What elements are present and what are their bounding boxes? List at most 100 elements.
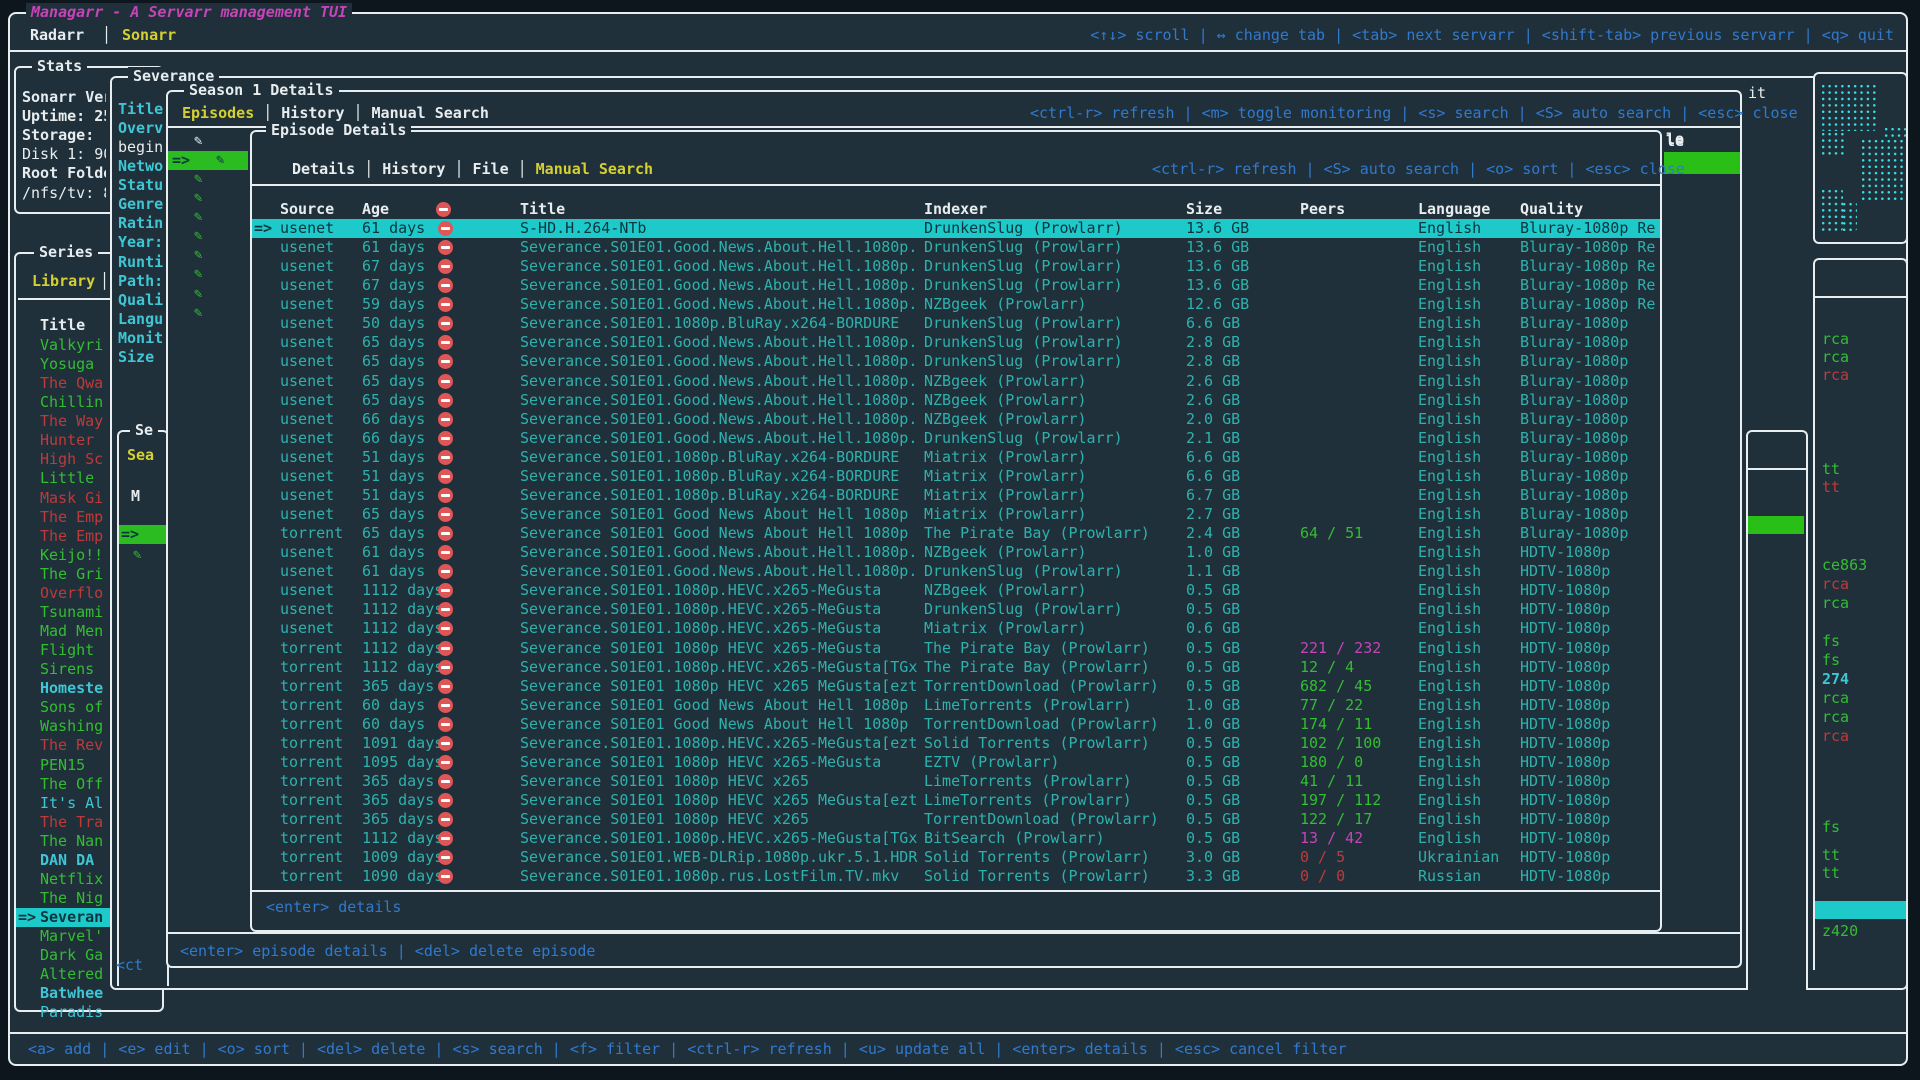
- monitored-pen-icon: ✎: [133, 546, 141, 565]
- series-item[interactable]: PEN15: [40, 756, 104, 775]
- series-item[interactable]: The Nan: [40, 832, 104, 851]
- table-row[interactable]: usenet65 daysSeverance.S01E01.Good.News.…: [252, 352, 1660, 371]
- table-row[interactable]: torrent65 daysSeverance S01E01 Good News…: [252, 524, 1660, 543]
- table-row[interactable]: usenet59 daysSeverance.S01E01.Good.News.…: [252, 295, 1660, 314]
- table-row[interactable]: torrent1112 daysSeverance.S01E01.1080p.H…: [252, 658, 1660, 677]
- table-row[interactable]: torrent1112 daysSeverance S01E01 1080p H…: [252, 639, 1660, 658]
- series-item[interactable]: Altered: [40, 965, 104, 984]
- severance-field-label: Overv: [118, 119, 164, 138]
- cell-peers: 77 / 22: [1300, 696, 1410, 715]
- poster-art-patch: [1841, 201, 1857, 232]
- series-item[interactable]: The Off: [40, 775, 104, 794]
- tab-radarr[interactable]: Radarr: [30, 26, 84, 45]
- table-row[interactable]: torrent60 daysSeverance S01E01 Good News…: [252, 715, 1660, 734]
- series-item[interactable]: The Emp: [40, 527, 104, 546]
- col-peers[interactable]: Peers: [1300, 200, 1345, 219]
- cell-title: Severance.S01E01.1080p.BluRay.x264-BORDU…: [520, 314, 920, 333]
- table-row[interactable]: usenet1112 daysSeverance.S01E01.1080p.HE…: [252, 619, 1660, 638]
- tab-file[interactable]: File: [473, 160, 509, 179]
- series-item[interactable]: The Nig: [40, 889, 104, 908]
- series-item[interactable]: DAN DA: [40, 851, 104, 870]
- cell-source: torrent: [280, 696, 360, 715]
- series-item[interactable]: Netflix: [40, 870, 104, 889]
- col-quality[interactable]: Quality: [1520, 200, 1583, 219]
- table-row[interactable]: torrent365 daysSeverance S01E01 1080p HE…: [252, 772, 1660, 791]
- table-row[interactable]: usenet67 daysSeverance.S01E01.Good.News.…: [252, 276, 1660, 295]
- cell-title: S-HD.H.264-NTb: [520, 219, 920, 238]
- cell-size: 0.5 GB: [1186, 772, 1276, 791]
- table-row[interactable]: torrent365 daysSeverance S01E01 1080p HE…: [252, 791, 1660, 810]
- col-size[interactable]: Size: [1186, 200, 1222, 219]
- table-row[interactable]: usenet66 daysSeverance.S01E01.Good.News.…: [252, 410, 1660, 429]
- tab-details[interactable]: Details: [292, 160, 355, 179]
- tab-sonarr[interactable]: Sonarr: [122, 26, 176, 45]
- series-item[interactable]: Overflo: [40, 584, 104, 603]
- table-row[interactable]: torrent1090 daysSeverance.S01E01.1080p.r…: [252, 867, 1660, 886]
- table-row[interactable]: usenet65 daysSeverance.S01E01.Good.News.…: [252, 391, 1660, 410]
- table-row[interactable]: torrent365 daysSeverance S01E01 1080p HE…: [252, 810, 1660, 829]
- table-row[interactable]: usenet1112 daysSeverance.S01E01.1080p.HE…: [252, 581, 1660, 600]
- series-item[interactable]: It's Al: [40, 794, 104, 813]
- table-row[interactable]: torrent1009 daysSeverance.S01E01.WEB-DLR…: [252, 848, 1660, 867]
- table-row[interactable]: usenet61 daysSeverance.S01E01.Good.News.…: [252, 562, 1660, 581]
- series-item[interactable]: Flight: [40, 641, 104, 660]
- col-title[interactable]: Title: [520, 200, 565, 219]
- series-item[interactable]: Sirens: [40, 660, 104, 679]
- table-row[interactable]: torrent60 daysSeverance S01E01 Good News…: [252, 696, 1660, 715]
- series-item[interactable]: Tsunami: [40, 603, 104, 622]
- cell-language: English: [1418, 715, 1516, 734]
- series-item[interactable]: Batwhee: [40, 984, 104, 1003]
- table-row[interactable]: torrent365 daysSeverance S01E01 1080p HE…: [252, 677, 1660, 696]
- series-item[interactable]: Keijo!!: [40, 546, 104, 565]
- stats-line: Storage:: [22, 126, 106, 145]
- series-item[interactable]: Valkyri: [40, 336, 104, 355]
- series-item[interactable]: Marvel': [40, 927, 104, 946]
- series-item[interactable]: Severan: [40, 908, 104, 927]
- table-row[interactable]: usenet61 daysSeverance.S01E01.Good.News.…: [252, 543, 1660, 562]
- series-item[interactable]: The Way: [40, 412, 104, 431]
- table-row[interactable]: usenet67 daysSeverance.S01E01.Good.News.…: [252, 257, 1660, 276]
- series-item[interactable]: The Tra: [40, 813, 104, 832]
- series-item[interactable]: High Sc: [40, 450, 104, 469]
- series-item[interactable]: The Rev: [40, 736, 104, 755]
- series-item[interactable]: Homeste: [40, 679, 104, 698]
- series-item[interactable]: The Gri: [40, 565, 104, 584]
- table-row[interactable]: usenet65 daysSeverance S01E01 Good News …: [252, 505, 1660, 524]
- col-language[interactable]: Language: [1418, 200, 1490, 219]
- col-source[interactable]: Source: [280, 200, 334, 219]
- series-item[interactable]: Hunter: [40, 431, 104, 450]
- series-item[interactable]: Washing: [40, 717, 104, 736]
- table-row[interactable]: =>usenet61 daysS-HD.H.264-NTbDrunkenSlug…: [252, 219, 1660, 238]
- col-indexer[interactable]: Indexer: [924, 200, 987, 219]
- series-item[interactable]: The Qwa: [40, 374, 104, 393]
- series-tab-library[interactable]: Library: [32, 272, 95, 291]
- series-item[interactable]: Paradis: [40, 1003, 104, 1022]
- table-row[interactable]: usenet61 daysSeverance.S01E01.Good.News.…: [252, 238, 1660, 257]
- series-item[interactable]: Little: [40, 469, 104, 488]
- tab-manual-search[interactable]: Manual Search: [536, 160, 653, 179]
- cell-indexer: Miatrix (Prowlarr): [924, 467, 1182, 486]
- table-row[interactable]: usenet65 daysSeverance.S01E01.Good.News.…: [252, 333, 1660, 352]
- table-row[interactable]: torrent1095 daysSeverance S01E01 1080p H…: [252, 753, 1660, 772]
- series-item[interactable]: Chillin: [40, 393, 104, 412]
- tab-episodes[interactable]: Episodes: [182, 104, 254, 123]
- table-row[interactable]: usenet51 daysSeverance.S01E01.1080p.BluR…: [252, 467, 1660, 486]
- series-item[interactable]: Dark Ga: [40, 946, 104, 965]
- table-row[interactable]: torrent1091 daysSeverance.S01E01.1080p.H…: [252, 734, 1660, 753]
- table-row[interactable]: usenet65 daysSeverance.S01E01.Good.News.…: [252, 372, 1660, 391]
- tab-history[interactable]: History: [382, 160, 445, 179]
- seasons-box-tab-fragment[interactable]: Sea: [127, 446, 154, 465]
- table-row[interactable]: usenet51 daysSeverance.S01E01.1080p.BluR…: [252, 486, 1660, 505]
- table-row[interactable]: torrent1112 daysSeverance.S01E01.1080p.H…: [252, 829, 1660, 848]
- table-row[interactable]: usenet66 daysSeverance.S01E01.Good.News.…: [252, 429, 1660, 448]
- series-item[interactable]: The Emp: [40, 508, 104, 527]
- table-row[interactable]: usenet51 daysSeverance.S01E01.1080p.BluR…: [252, 448, 1660, 467]
- cell-title: Severance.S01E01.1080p.HEVC.x265-MeGusta: [520, 581, 920, 600]
- table-row[interactable]: usenet1112 daysSeverance.S01E01.1080p.HE…: [252, 600, 1660, 619]
- series-item[interactable]: Mad Men: [40, 622, 104, 641]
- series-item[interactable]: Mask Gi: [40, 489, 104, 508]
- col-age[interactable]: Age: [362, 200, 389, 219]
- series-item[interactable]: Yosuga: [40, 355, 104, 374]
- series-item[interactable]: Sons of: [40, 698, 104, 717]
- table-row[interactable]: usenet50 daysSeverance.S01E01.1080p.BluR…: [252, 314, 1660, 333]
